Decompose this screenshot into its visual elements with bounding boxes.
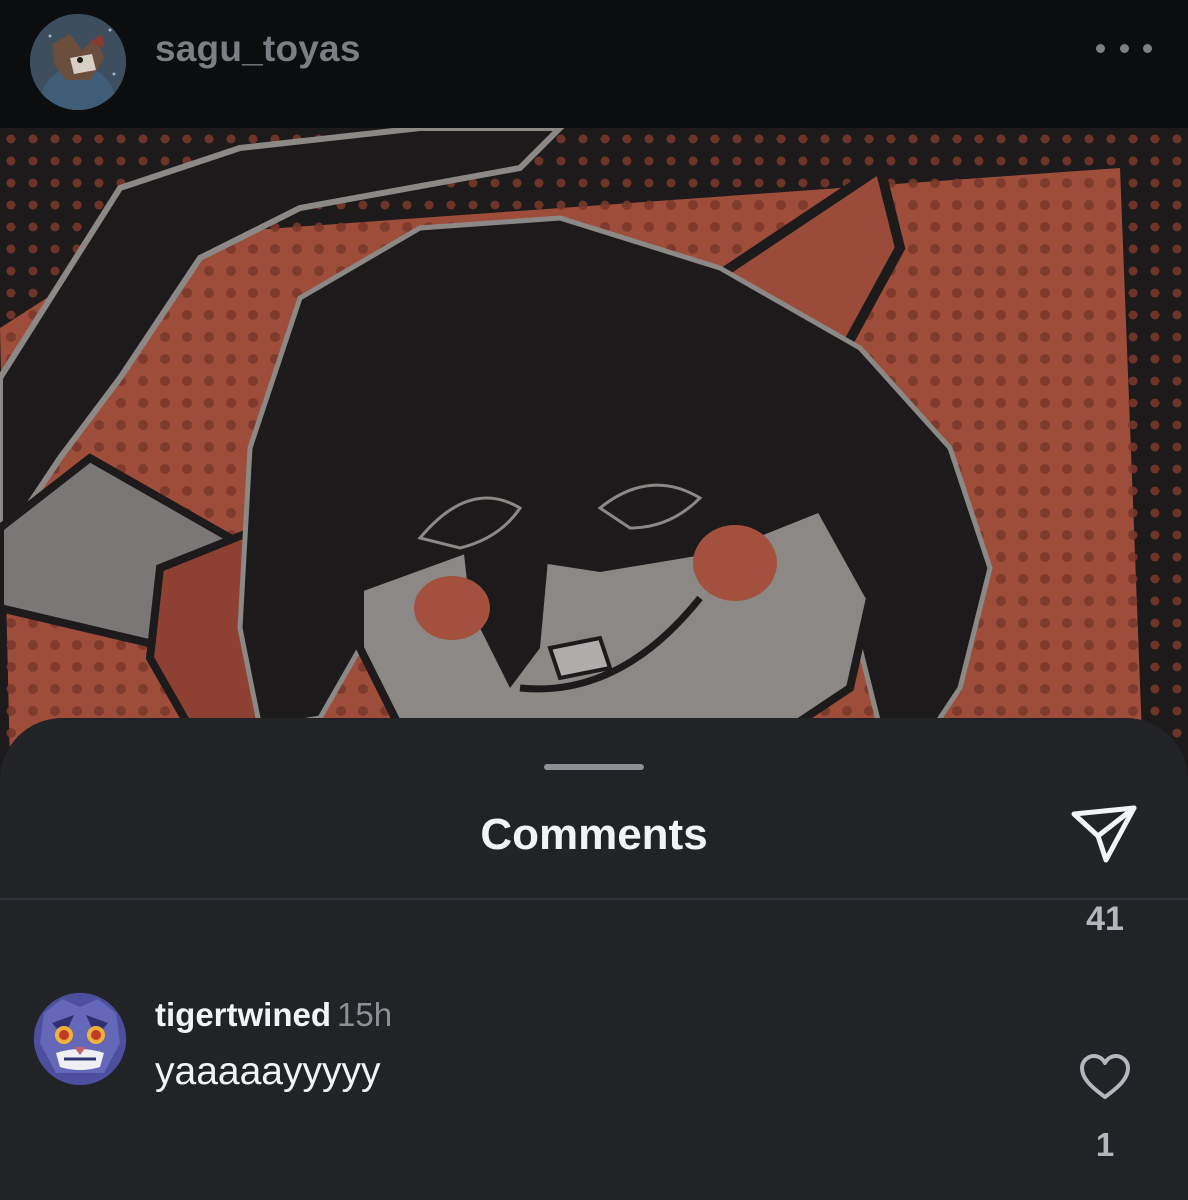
- comment-item: tigertwined 15h yaaaaayyyyy 1: [0, 988, 1188, 1168]
- heart-icon: [1080, 1054, 1130, 1099]
- more-options-button[interactable]: [1096, 36, 1152, 60]
- post-author-username[interactable]: sagu_toyas: [155, 28, 361, 70]
- like-button[interactable]: [1078, 1052, 1132, 1102]
- send-icon: [1071, 805, 1137, 863]
- post-author-avatar[interactable]: [30, 14, 126, 110]
- comment-text: yaaaaayyyyy: [155, 1050, 381, 1093]
- share-count: 41: [1086, 900, 1124, 938]
- comments-sheet: Comments 41 tigertwined 15h yaaaaayyyyy …: [0, 718, 1188, 1200]
- comment-author-avatar[interactable]: [34, 993, 126, 1085]
- comment-author-name[interactable]: tigertwined: [155, 996, 331, 1033]
- share-button[interactable]: [1068, 800, 1142, 868]
- post-header: sagu_toyas: [0, 0, 1188, 128]
- more-dot-icon: [1096, 43, 1105, 53]
- sheet-drag-handle[interactable]: [544, 764, 644, 770]
- comment-meta: tigertwined 15h: [155, 996, 392, 1034]
- more-dot-icon: [1143, 43, 1152, 53]
- comment-timestamp: 15h: [337, 996, 393, 1033]
- sheet-divider: [0, 898, 1188, 900]
- more-dot-icon: [1119, 43, 1129, 53]
- comments-title: Comments: [480, 810, 708, 859]
- like-count: 1: [1095, 1126, 1115, 1163]
